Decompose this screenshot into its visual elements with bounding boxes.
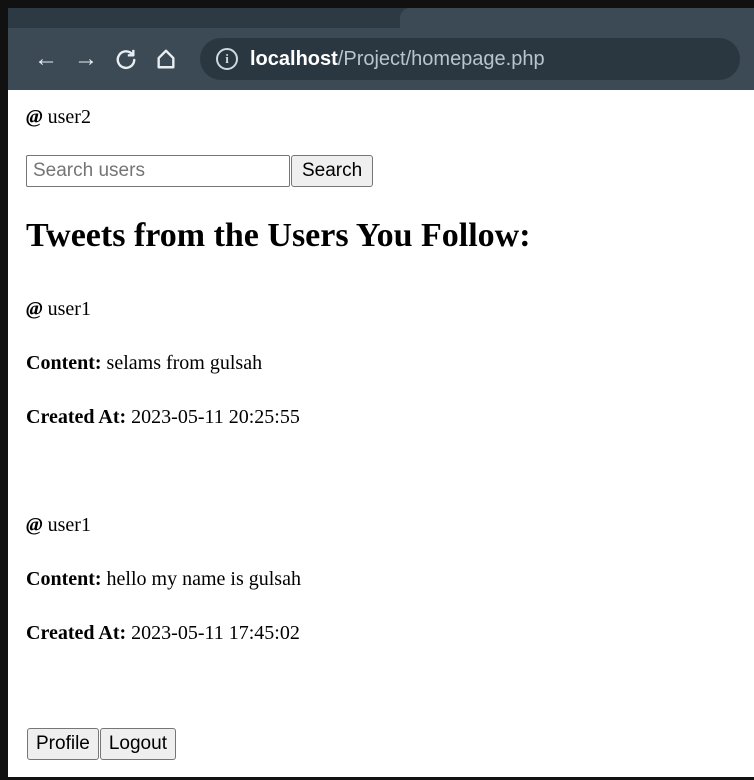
- tweet-created-at: Created At: 2023-05-11 17:45:02: [26, 622, 300, 645]
- tweet-content-text: selams from gulsah: [106, 352, 263, 374]
- created-label: Created At:: [26, 406, 127, 428]
- home-glyph: [157, 49, 175, 69]
- url-host: localhost: [250, 47, 338, 70]
- reload-glyph: [116, 49, 136, 69]
- created-label: Created At:: [26, 622, 127, 644]
- tab-strip: [8, 8, 754, 28]
- back-arrow-icon[interactable]: ←: [28, 41, 64, 77]
- tweet-author: @ user1: [26, 298, 91, 321]
- tweet-created-at: Created At: 2023-05-11 20:25:55: [26, 406, 300, 429]
- address-bar[interactable]: i localhost/Project/homepage.php: [200, 38, 740, 80]
- account-actions: Profile Logout: [26, 728, 176, 760]
- tweet-content: Content: hello my name is gulsah: [26, 568, 301, 591]
- tweet-username: user1: [47, 514, 91, 536]
- tweet-author: @ user1: [26, 514, 91, 537]
- url-path: /Project/homepage.php: [337, 47, 545, 70]
- active-tab[interactable]: [400, 8, 754, 28]
- tweet-content-text: hello my name is gulsah: [106, 568, 301, 590]
- tweet-timestamp: 2023-05-11 20:25:55: [131, 406, 300, 428]
- current-username: user2: [47, 106, 91, 128]
- tweet-content: Content: selams from gulsah: [26, 352, 262, 375]
- browser-toolbar: ← → i localhost/Project/homepage.php: [8, 28, 754, 90]
- home-icon[interactable]: [148, 41, 184, 77]
- content-label: Content:: [26, 568, 102, 590]
- at-symbol: @: [26, 298, 43, 320]
- profile-button[interactable]: Profile: [27, 728, 99, 760]
- forward-arrow-icon[interactable]: →: [68, 41, 104, 77]
- search-button[interactable]: Search: [291, 155, 374, 187]
- current-user: @ user2: [26, 106, 91, 129]
- feed-title: Tweets from the Users You Follow:: [26, 217, 531, 254]
- at-symbol: @: [26, 514, 43, 536]
- browser-window: [0, 0, 754, 780]
- reload-icon[interactable]: [108, 41, 144, 77]
- search-input[interactable]: [26, 155, 290, 187]
- tweet-timestamp: 2023-05-11 17:45:02: [131, 622, 300, 644]
- search-form: Search: [26, 155, 374, 187]
- tweet-username: user1: [47, 298, 91, 320]
- info-icon[interactable]: i: [216, 48, 238, 70]
- logout-button[interactable]: Logout: [99, 728, 176, 760]
- content-label: Content:: [26, 352, 102, 374]
- at-symbol: @: [26, 106, 43, 128]
